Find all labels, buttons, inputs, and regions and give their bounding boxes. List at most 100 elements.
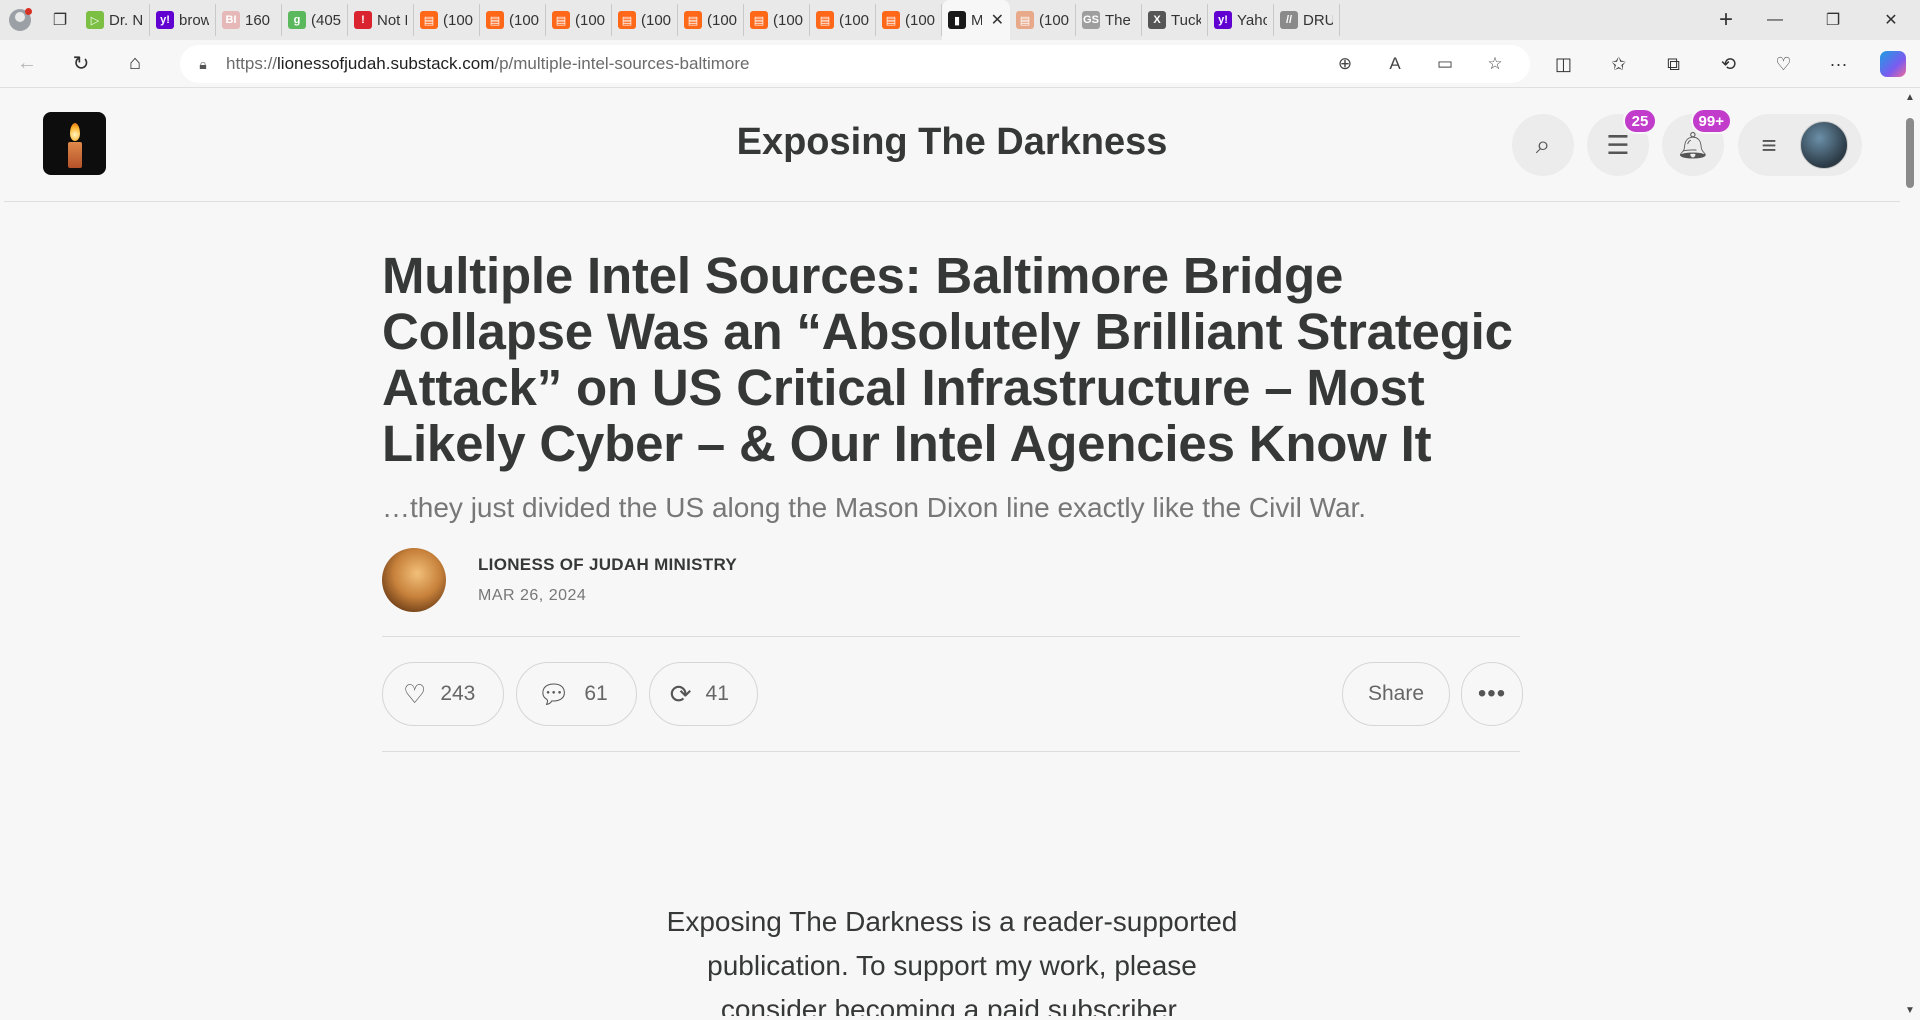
address-toolbar: ← ↻ ⌂ 🔒︎ https://lionessofjudah.substack… [0,40,1920,88]
tab-title: The G [1105,11,1135,29]
more-options-button[interactable]: ••• [1461,662,1523,726]
profile-button[interactable] [0,0,40,40]
new-tab-button[interactable]: + [1706,0,1746,40]
lock-icon[interactable]: 🔒︎ [180,56,226,73]
zoom-icon[interactable]: ⊕ [1320,54,1370,74]
tab-title: M [971,11,982,29]
browser-tab[interactable]: ▤ (100) [1010,4,1076,36]
comment-count: 61 [584,682,608,705]
browser-tab-strip: ❐ ▷ Dr. Na y! browr BI 160 P g (4054! Not F ▤ (100… [0,0,1920,40]
address-bar[interactable]: 🔒︎ https://lionessofjudah.substack.com/p… [180,45,1530,83]
history-icon[interactable]: ⟲ [1701,54,1756,75]
browser-tab[interactable]: X Tucke [1142,4,1208,36]
user-menu-button[interactable]: ≡ [1738,114,1862,176]
tab-favicon-icon: // [1280,11,1298,29]
divider [382,751,1520,752]
split-screen-icon[interactable]: ◫ [1536,54,1591,75]
browser-tab[interactable]: ▷ Dr. Na [80,4,150,36]
tab-title: (100) [905,11,935,29]
byline: LIONESS OF JUDAH MINISTRY MAR 26, 2024 [382,548,1522,612]
author-avatar[interactable] [382,548,446,612]
favorites-icon[interactable]: ✩ [1591,54,1646,75]
browser-tab[interactable]: g (4054 [282,4,348,36]
scroll-down-icon[interactable]: ▼ [1905,1005,1915,1016]
browser-tab[interactable]: ▤ (100) [744,4,810,36]
post-date: MAR 26, 2024 [478,587,587,604]
scroll-thumb[interactable] [1906,118,1914,188]
browser-tab[interactable]: ▤ (100) [480,4,546,36]
browser-tab[interactable]: // DRUD [1274,4,1340,36]
tab-favicon-icon: ▤ [486,11,504,29]
browser-tab[interactable]: ▤ (100) [612,4,678,36]
tab-title: (100) [575,11,605,29]
tab-title: (100) [443,11,473,29]
tab-title: (100) [707,11,737,29]
browser-tab[interactable]: ▤ (100) [546,4,612,36]
browser-tab[interactable]: BI 160 P [216,4,282,36]
like-button[interactable]: ♡ 243 [382,662,505,726]
subscribe-callout: Exposing The Darkness is a reader-suppor… [4,900,1900,1016]
browser-tab[interactable]: y! browr [150,4,216,36]
favorite-star-icon[interactable]: ☆ [1470,54,1520,74]
hamburger-icon: ≡ [1761,129,1777,160]
tab-title: (100) [773,11,803,29]
search-button[interactable]: ⌕ [1512,114,1574,176]
tab-favicon-icon: ▤ [1016,11,1034,29]
collections-icon[interactable]: ⧉ [1646,54,1701,75]
post-subtitle: …they just divided the US along the Maso… [382,492,1367,523]
url-text[interactable]: https://lionessofjudah.substack.com/p/mu… [226,54,1320,74]
tab-favicon-icon: ! [354,11,372,29]
browser-tab[interactable]: ▤ (100) [678,4,744,36]
post-title: Multiple Intel Sources: Baltimore Bridge… [382,247,1513,472]
scroll-up-icon[interactable]: ▲ [1905,92,1915,103]
close-window-icon[interactable]: ✕ [1862,0,1920,40]
browser-tab[interactable]: ▤ (100) [414,4,480,36]
restack-button[interactable]: ⟳ 41 [648,662,758,726]
more-tools-icon[interactable]: ··· [1811,54,1866,75]
search-icon: ⌕ [1535,129,1551,159]
tab-actions-icon[interactable]: ❐ [40,0,80,40]
author-name[interactable]: LIONESS OF JUDAH MINISTRY [478,555,737,575]
tab-title: (100) [509,11,539,29]
tab-favicon-icon: ▤ [816,11,834,29]
browser-tab[interactable]: y! Yahoo [1208,4,1274,36]
notification-count-badge: 99+ [1690,108,1732,134]
tab-favicon-icon: ▤ [750,11,768,29]
browser-tab[interactable]: ▤ (100) [876,4,942,36]
tab-title: 160 P [245,11,275,29]
immersive-reader-icon[interactable]: ▭ [1420,54,1470,74]
copilot-icon[interactable] [1880,51,1906,77]
tab-title: Yahoo [1237,11,1267,29]
profile-alert-dot [25,8,32,15]
tab-favicon-icon: ▷ [86,11,104,29]
close-tab-icon[interactable]: ✕ [991,10,1004,30]
tab-title: DRUD [1303,11,1333,29]
web-page: Exposing The Darkness ⌕ ☰ 25 🔔︎ 99+ ≡ Mu… [4,88,1900,1016]
minimize-icon[interactable]: — [1746,0,1804,40]
back-icon[interactable]: ← [0,40,54,88]
notifications-button[interactable]: 🔔︎ 99+ [1662,108,1732,176]
tab-favicon-icon: ▤ [684,11,702,29]
restore-icon[interactable]: ❐ [1804,0,1862,40]
read-aloud-icon[interactable]: A [1370,54,1420,74]
home-icon[interactable]: ⌂ [108,40,162,88]
page-scrollbar[interactable]: ▲ ▼ [1900,88,1920,1020]
comment-button[interactable]: 💬︎ 61 [516,662,637,726]
tab-title: Dr. Na [109,11,143,29]
browser-tab[interactable]: GS The G [1076,4,1142,36]
tab-title: browr [179,11,209,29]
share-button[interactable]: Share [1342,662,1450,726]
tab-favicon-icon: ▤ [552,11,570,29]
post-actions: ♡ 243 💬︎ 61 ⟳ 41 Share ••• [382,637,1523,751]
heart-icon: ♡ [403,678,427,709]
performance-icon[interactable]: ♡ [1756,54,1811,75]
browser-tab[interactable]: ▤ (100) [810,4,876,36]
refresh-icon[interactable]: ↻ [54,40,108,88]
callout-text: Exposing The Darkness is a reader-suppor… [666,906,1238,1016]
chat-button[interactable]: ☰ 25 [1587,108,1657,176]
chat-icon: ☰ [1606,129,1630,160]
browser-tab[interactable]: ▮ M ✕ [942,0,1010,40]
site-header: Exposing The Darkness ⌕ ☰ 25 🔔︎ 99+ ≡ [4,88,1900,202]
tab-title: (100) [839,11,869,29]
browser-tab[interactable]: ! Not F [348,4,414,36]
